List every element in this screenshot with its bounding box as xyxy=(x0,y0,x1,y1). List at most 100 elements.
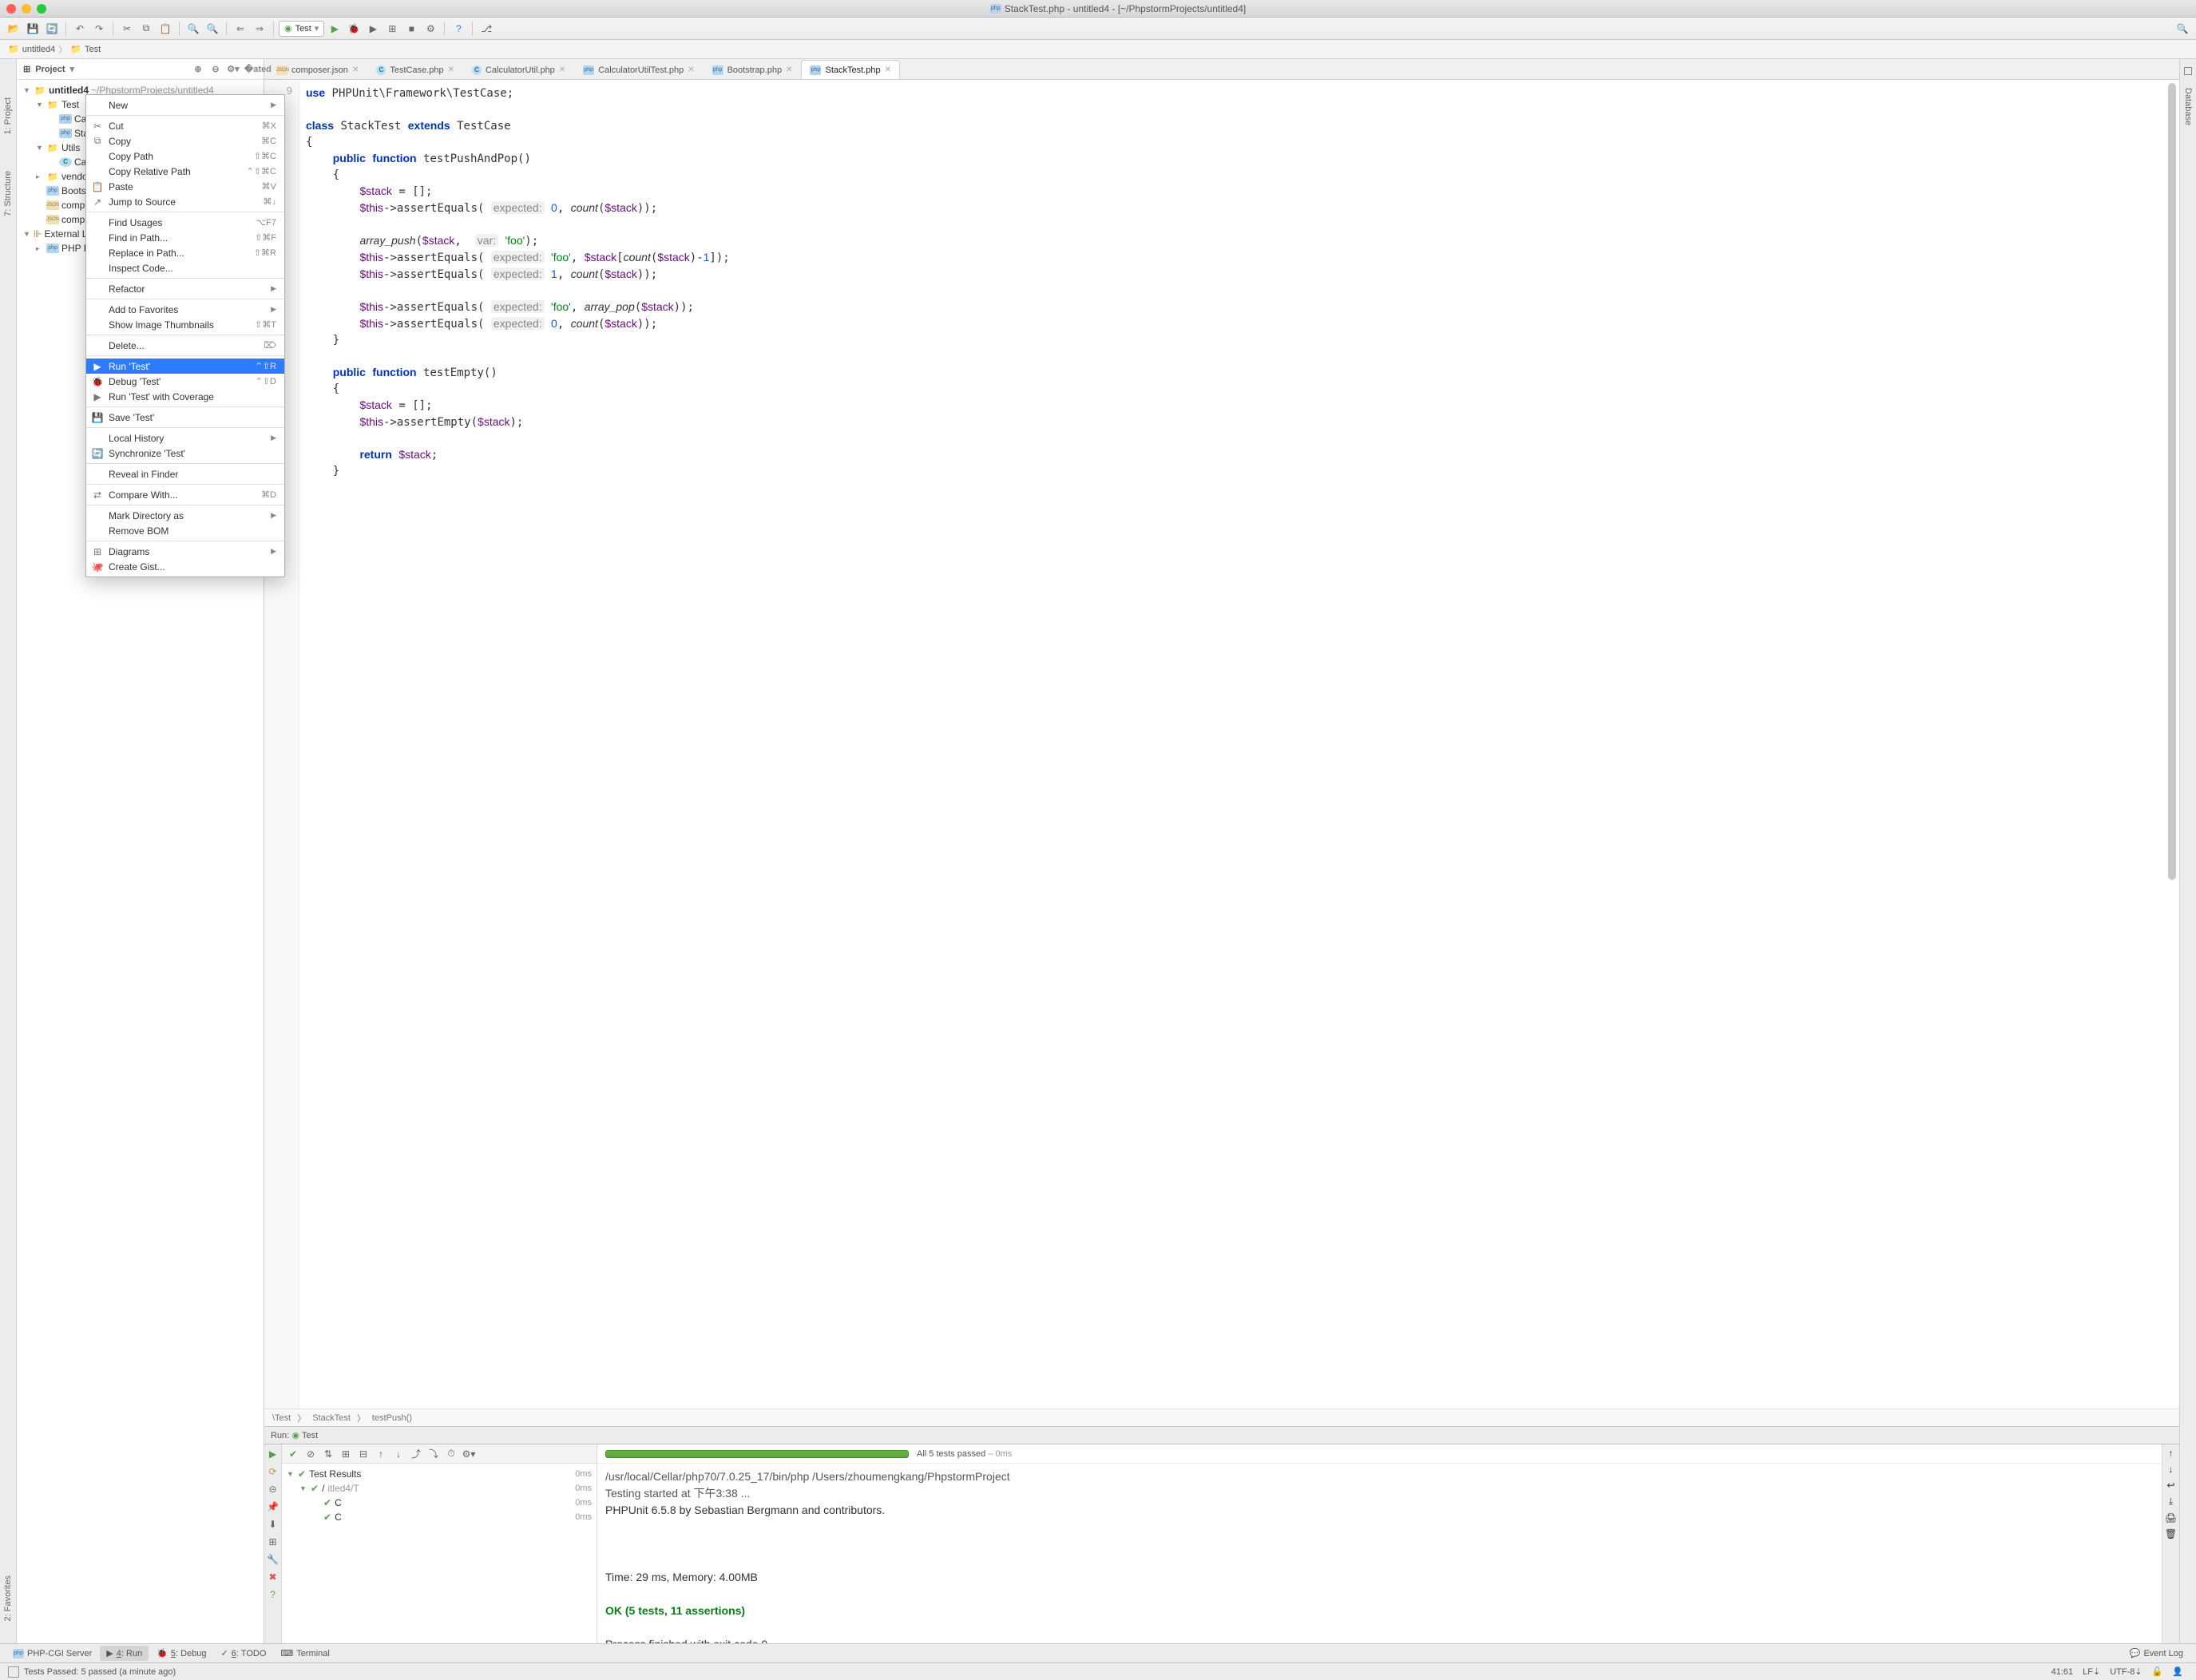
close-tab-icon[interactable]: ✕ xyxy=(559,65,565,74)
help-button[interactable]: ? xyxy=(450,20,467,38)
dump-icon[interactable]: ⬇ xyxy=(267,1518,279,1531)
close-tab-icon[interactable]: ✕ xyxy=(448,65,454,74)
history-icon[interactable]: ⏱ xyxy=(443,1446,459,1462)
close-tab-icon[interactable]: ✕ xyxy=(688,65,694,74)
menu-item-show-image-thumbnails[interactable]: Show Image Thumbnails⇧⌘T xyxy=(86,317,284,332)
bottom-tab-run[interactable]: ▶4: Run xyxy=(100,1646,149,1661)
close-window-button[interactable] xyxy=(6,4,16,14)
pin-icon[interactable]: 📌 xyxy=(267,1500,279,1513)
ide-scripting-button[interactable]: ⚙ xyxy=(422,20,439,38)
close-tab-icon[interactable]: ✕ xyxy=(786,65,792,74)
test-results-tree[interactable]: ▼✔Test Results0ms▼✔/itled4/T0ms✔C0ms✔C0m… xyxy=(282,1464,597,1643)
editor-tab[interactable]: CalculatorUtilTest.php✕ xyxy=(574,60,703,79)
structure-tool-tab[interactable]: 7: Structure xyxy=(2,164,14,223)
run-button[interactable]: ▶ xyxy=(326,20,343,38)
file-encoding[interactable]: UTF-8⇣ xyxy=(2105,1666,2146,1677)
caret-position[interactable]: 41:61 xyxy=(2047,1667,2079,1677)
event-log-tab[interactable]: 💬Event Log xyxy=(2123,1646,2190,1661)
find-button[interactable]: 🔍 xyxy=(184,20,202,38)
menu-item-synchronize-test[interactable]: 🔄Synchronize 'Test' xyxy=(86,446,284,461)
menu-item-replace-in-path[interactable]: Replace in Path...⇧⌘R xyxy=(86,245,284,260)
code-editor[interactable]: 9 use PHPUnit\Framework\TestCase; class … xyxy=(264,80,2179,1409)
test-result-row[interactable]: ✔C0ms xyxy=(282,1510,597,1524)
inspector-icon[interactable]: 👤 xyxy=(2167,1666,2188,1677)
show-ignored-icon[interactable]: ⊘ xyxy=(303,1446,319,1462)
bottom-tab-debug[interactable]: 🐞5: Debug xyxy=(150,1646,212,1661)
close-tab-icon[interactable]: ✕ xyxy=(352,65,359,74)
soft-wrap-icon[interactable]: ↩ xyxy=(2166,1480,2174,1491)
breadcrumb-item[interactable]: StackTest xyxy=(312,1413,351,1423)
menu-item-copy-path[interactable]: Copy Path⇧⌘C xyxy=(86,149,284,164)
rerun-button[interactable]: ▶ xyxy=(267,1448,279,1460)
menu-item-save-test[interactable]: 💾Save 'Test' xyxy=(86,410,284,425)
editor-scrollbar[interactable] xyxy=(2168,83,2176,880)
menu-item-remove-bom[interactable]: Remove BOM xyxy=(86,523,284,538)
menu-item-inspect-code[interactable]: Inspect Code... xyxy=(86,260,284,275)
menu-item-mark-directory-as[interactable]: Mark Directory as▶ xyxy=(86,508,284,523)
sync-button[interactable]: 🔄 xyxy=(43,20,61,38)
back-button[interactable]: ⇐ xyxy=(232,20,249,38)
menu-item-copy[interactable]: ⧉Copy⌘C xyxy=(86,133,284,149)
run-config-selector[interactable]: ◉ Test ▾ xyxy=(279,21,324,37)
menu-item-find-usages[interactable]: Find Usages⌥F7 xyxy=(86,215,284,230)
clear-icon[interactable]: 🗑 xyxy=(2165,1528,2177,1539)
menu-item-find-in-path[interactable]: Find in Path...⇧⌘F xyxy=(86,230,284,245)
cut-button[interactable]: ✂ xyxy=(118,20,136,38)
prev-icon[interactable]: ↑ xyxy=(373,1446,389,1462)
breadcrumb-item[interactable]: testPush() xyxy=(372,1413,412,1423)
menu-item-new[interactable]: New▶ xyxy=(86,97,284,113)
bottom-tab-php-cgi-server[interactable]: PHP-CGI Server xyxy=(6,1646,98,1661)
project-tree[interactable]: ▼untitled4 ~/PhpstormProjects/untitled4 … xyxy=(17,80,264,259)
forward-button[interactable]: ⇒ xyxy=(251,20,268,38)
menu-item-reveal-in-finder[interactable]: Reveal in Finder xyxy=(86,466,284,481)
up-icon[interactable]: ↑ xyxy=(2169,1448,2174,1459)
vcs-button[interactable]: ⎇ xyxy=(478,20,495,38)
debug-button[interactable]: 🐞 xyxy=(345,20,363,38)
expand-all-icon[interactable]: ⊞ xyxy=(338,1446,354,1462)
test-result-row[interactable]: ✔C0ms xyxy=(282,1496,597,1510)
save-all-button[interactable]: 💾 xyxy=(24,20,42,38)
toggle-tool-windows-icon[interactable] xyxy=(8,1666,19,1678)
profile-button[interactable]: ⊞ xyxy=(383,20,401,38)
test-result-row[interactable]: ▼✔/itled4/T0ms xyxy=(282,1481,597,1496)
favorites-tool-tab[interactable]: 2: Favorites xyxy=(2,1569,14,1627)
settings-icon[interactable]: 🔧 xyxy=(267,1553,279,1566)
minimize-window-button[interactable] xyxy=(22,4,31,14)
menu-item-debug-test[interactable]: 🐞Debug 'Test'⌃⇧D xyxy=(86,374,284,389)
stop-button[interactable]: ⊝ xyxy=(267,1483,279,1496)
import-icon[interactable]: ⤵ xyxy=(426,1446,442,1462)
search-everywhere-button[interactable]: 🔍 xyxy=(2174,20,2191,38)
scroll-to-end-icon[interactable]: ⤓ xyxy=(2169,1496,2173,1508)
menu-item-copy-relative-path[interactable]: Copy Relative Path⌃⇧⌘C xyxy=(86,164,284,179)
database-tool-tab[interactable]: Database xyxy=(2182,81,2194,132)
menu-item-local-history[interactable]: Local History▶ xyxy=(86,430,284,446)
stop-button[interactable]: ■ xyxy=(402,20,420,38)
bottom-tab-todo[interactable]: ✓6: TODO xyxy=(215,1646,273,1661)
coverage-button[interactable]: ▶ xyxy=(364,20,382,38)
editor-tab[interactable]: TestCase.php✕ xyxy=(367,60,463,79)
menu-item-run-test-with-coverage[interactable]: ▶Run 'Test' with Coverage xyxy=(86,389,284,404)
menu-item-add-to-favorites[interactable]: Add to Favorites▶ xyxy=(86,302,284,317)
scroll-from-source-icon[interactable]: ⊕ xyxy=(192,64,204,74)
editor-tab[interactable]: StackTest.php✕ xyxy=(801,60,899,79)
breadcrumb-item[interactable]: untitled4 xyxy=(8,44,55,54)
next-icon[interactable]: ↓ xyxy=(390,1446,406,1462)
layout-icon[interactable]: ⊞ xyxy=(267,1535,279,1548)
line-separator[interactable]: LF⇣ xyxy=(2078,1666,2105,1677)
collapse-all-icon[interactable]: ⊖ xyxy=(209,64,222,74)
test-result-row[interactable]: ▼✔Test Results0ms xyxy=(282,1467,597,1481)
open-file-button[interactable]: 📂 xyxy=(5,20,22,38)
git-icon[interactable]: 🔓 xyxy=(2147,1666,2168,1677)
menu-item-diagrams[interactable]: ⊞Diagrams▶ xyxy=(86,544,284,559)
menu-item-cut[interactable]: ✂Cut⌘X xyxy=(86,118,284,133)
gear-icon[interactable]: ⚙▾ xyxy=(461,1446,477,1462)
toggle-auto-test-button[interactable]: ⟳ xyxy=(267,1465,279,1478)
breadcrumb-item[interactable]: \Test xyxy=(272,1413,291,1423)
menu-item-delete[interactable]: Delete...⌦ xyxy=(86,338,284,353)
editor-tab[interactable]: composer.json✕ xyxy=(268,60,367,79)
show-passed-icon[interactable]: ✔ xyxy=(285,1446,301,1462)
print-icon[interactable]: 🖨 xyxy=(2165,1512,2177,1523)
menu-item-jump-to-source[interactable]: ↗Jump to Source⌘↓ xyxy=(86,194,284,209)
breadcrumb-item[interactable]: Test xyxy=(70,44,101,54)
hide-panel-icon[interactable]: �ated xyxy=(244,64,257,74)
